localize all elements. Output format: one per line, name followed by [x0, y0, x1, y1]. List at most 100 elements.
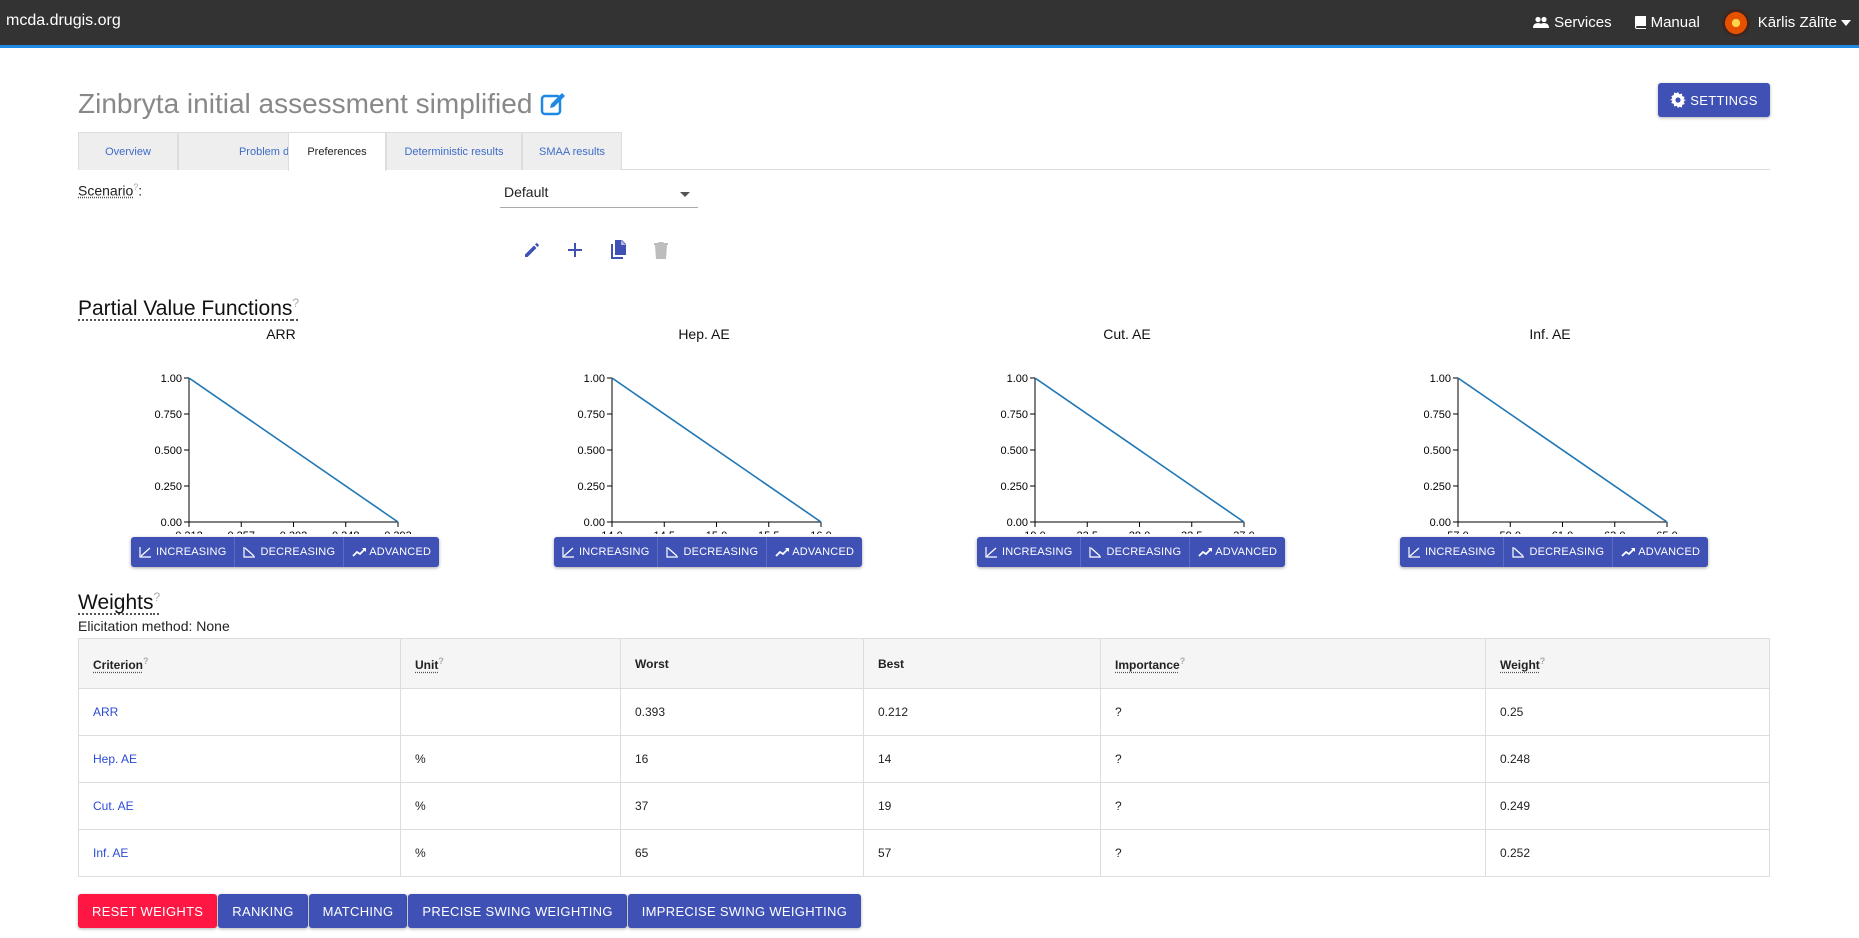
cell-worst: 65 [620, 829, 864, 877]
decreasing-button[interactable]: DECREASING [235, 537, 345, 567]
criterion-link[interactable]: Cut. AE [78, 782, 401, 830]
value-function-line [1457, 377, 1668, 523]
pvf-plot: 0.00 0.250 0.500 0.750 1.00 0.212 0.257 0.302 0.… [154, 373, 411, 534]
y-tick-label: 0.250 [154, 481, 182, 493]
manual-link[interactable]: Manual [1634, 14, 1700, 31]
x-tick-label: 0.348 [332, 530, 360, 534]
pvf-help-icon[interactable]: ? [292, 296, 299, 310]
decreasing-button[interactable]: DECREASING [1081, 537, 1191, 567]
tab-smaa-results[interactable]: SMAA results [522, 132, 622, 170]
advanced-button[interactable]: ADVANCED [344, 537, 439, 567]
y-tick-label: 0.00 [161, 517, 182, 529]
y-tick-label: 0.500 [577, 445, 605, 457]
cell-best: 57 [863, 829, 1101, 877]
weight-help-icon[interactable]: ? [1540, 656, 1546, 666]
x-tick-label: 15.0 [706, 530, 727, 534]
edit-title-icon[interactable] [540, 91, 568, 117]
x-tick-label: 15.5 [758, 530, 779, 534]
decreasing-icon [1089, 547, 1102, 558]
trending-up-icon [1198, 548, 1213, 557]
copy-icon [610, 240, 626, 259]
pencil-icon [524, 243, 539, 257]
user-avatar[interactable] [1721, 8, 1750, 37]
increasing-button[interactable]: INCREASING [554, 537, 659, 567]
table-row: ARR 0.393 0.212? 0.25 [78, 688, 1770, 736]
add-scenario-button[interactable] [553, 238, 596, 262]
cell-weight: 0.248 [1485, 735, 1770, 783]
header-importance: Importance? [1100, 638, 1486, 689]
criterion-link[interactable]: Hep. AE [78, 735, 401, 783]
y-tick-label: 0.500 [1423, 445, 1451, 457]
edit-scenario-button[interactable] [510, 238, 553, 262]
advanced-button[interactable]: ADVANCED [767, 537, 862, 567]
pvf-chart-title: Hep. AE [678, 326, 730, 342]
pvf-button-group: INCREASING DECREASING ADVANCED [554, 537, 863, 567]
pvf-plot: 0.00 0.250 0.500 0.750 1.00 57.0 59.0 61.0 63.0 6… [1423, 373, 1677, 534]
elicitation-method: Elicitation method: None [78, 618, 230, 634]
decreasing-icon [666, 547, 679, 558]
workspace-title: Zinbryta initial assessment simplified [78, 88, 533, 119]
weighting-buttons: RESET WEIGHTS RANKING MATCHING PRECISE S… [78, 894, 862, 928]
user-name[interactable]: Kārlis Zālīte [1758, 14, 1837, 31]
tab-overview[interactable]: Overview [78, 132, 178, 170]
criterion-help-icon[interactable]: ? [143, 656, 149, 666]
pvf-section-title: Partial Value Functions? [78, 296, 299, 321]
matching-button[interactable]: MATCHING [308, 894, 408, 928]
tab-preferences[interactable]: Preferences [288, 132, 386, 171]
advanced-button-label: ADVANCED [792, 546, 855, 558]
copy-scenario-button[interactable] [596, 238, 639, 262]
pvf-button-group: INCREASING DECREASING ADVANCED [1400, 537, 1709, 567]
importance-help-icon[interactable]: ? [1180, 656, 1186, 666]
advanced-button[interactable]: ADVANCED [1190, 537, 1285, 567]
reset-weights-button[interactable]: RESET WEIGHTS [78, 894, 218, 928]
delete-scenario-button[interactable] [639, 238, 682, 262]
decreasing-button[interactable]: DECREASING [658, 537, 768, 567]
x-tick-label: 28.0 [1129, 530, 1150, 534]
cell-importance: ? [1100, 735, 1486, 783]
increasing-icon [985, 547, 997, 558]
scenario-label-text: Scenario [78, 182, 134, 199]
header-criterion: Criterion? [78, 638, 401, 689]
advanced-button[interactable]: ADVANCED [1613, 537, 1708, 567]
decreasing-icon [243, 547, 256, 558]
scenario-select[interactable]: Default [500, 180, 698, 208]
chevron-down-icon[interactable] [1841, 19, 1851, 26]
scenario-label: Scenario?: [78, 182, 142, 199]
y-tick-label: 0.250 [1000, 481, 1028, 493]
x-tick-label: 63.0 [1604, 530, 1625, 534]
y-tick-label: 1.00 [1430, 373, 1451, 385]
weights-help-icon[interactable]: ? [153, 590, 160, 604]
cell-best: 14 [863, 735, 1101, 783]
value-function-line [1034, 377, 1245, 523]
tab-deterministic-results[interactable]: Deterministic results [386, 132, 522, 170]
header-weight-label: Weight [1500, 657, 1540, 672]
pvf-title-text: Partial Value Functions [78, 297, 293, 320]
criterion-link[interactable]: Inf. AE [78, 829, 401, 877]
cell-worst: 0.393 [620, 688, 864, 736]
brand-link[interactable]: mcda.drugis.org [6, 12, 121, 30]
x-tick-label: 14.5 [654, 530, 675, 534]
y-tick-label: 0.500 [154, 445, 182, 457]
ranking-button[interactable]: RANKING [218, 894, 308, 928]
increasing-button[interactable]: INCREASING [1400, 537, 1505, 567]
increasing-button[interactable]: INCREASING [977, 537, 1082, 567]
pvf-button-group: INCREASING DECREASING ADVANCED [977, 537, 1286, 567]
unit-help-icon[interactable]: ? [438, 656, 444, 666]
increasing-button[interactable]: INCREASING [131, 537, 236, 567]
decreasing-icon [1512, 547, 1525, 558]
cell-unit: % [400, 782, 621, 830]
cell-importance: ? [1100, 829, 1486, 877]
gear-icon [1670, 92, 1687, 108]
decreasing-button[interactable]: DECREASING [1504, 537, 1614, 567]
trending-up-icon [352, 548, 367, 557]
services-link[interactable]: Services [1533, 14, 1612, 31]
x-tick-label: 0.257 [227, 530, 255, 534]
x-tick-label: 57.0 [1447, 530, 1468, 534]
x-tick-label: 19.0 [1024, 530, 1045, 534]
settings-button[interactable]: SETTINGS [1658, 83, 1770, 117]
cell-unit [400, 688, 621, 736]
cell-worst: 16 [620, 735, 864, 783]
imprecise-swing-weighting-button[interactable]: IMPRECISE SWING WEIGHTING [627, 894, 862, 928]
criterion-link[interactable]: ARR [78, 688, 401, 736]
precise-swing-weighting-button[interactable]: PRECISE SWING WEIGHTING [408, 894, 627, 928]
